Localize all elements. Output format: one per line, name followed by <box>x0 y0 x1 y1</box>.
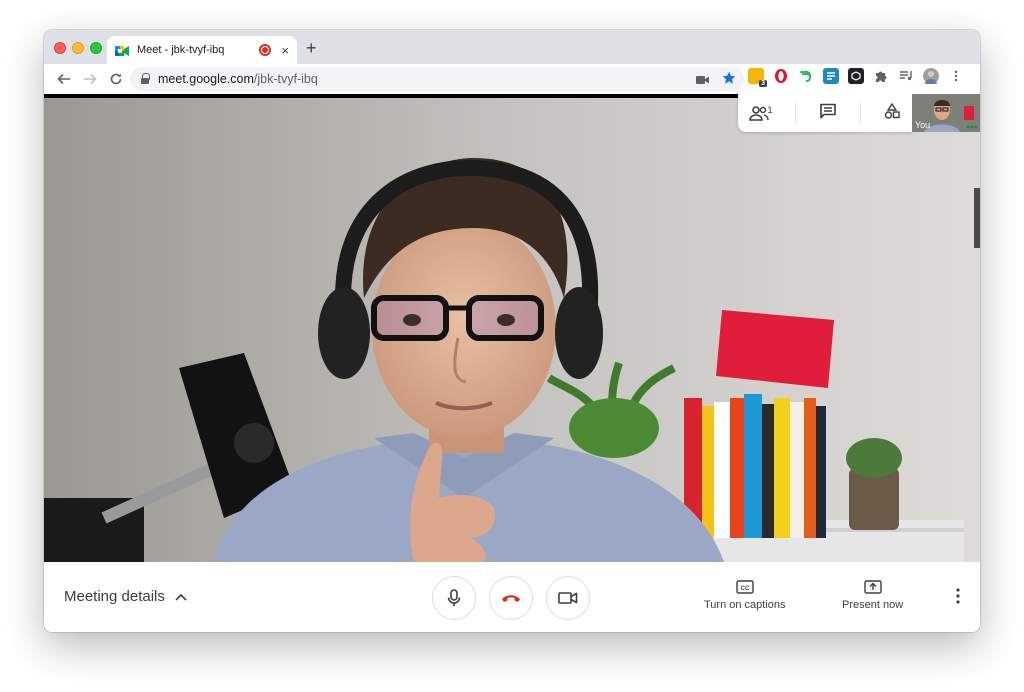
reload-icon[interactable] <box>104 67 128 91</box>
more-options-icon[interactable] <box>956 588 960 609</box>
tab-title: Meet - jbk-tvyf-ibq <box>137 44 225 56</box>
browser-window: Meet - jbk-tvyf-ibq × + meet.google.com … <box>44 30 980 632</box>
present-now-button[interactable]: Present now <box>842 580 903 611</box>
tab-close-button[interactable]: × <box>281 43 289 58</box>
address-bar[interactable]: meet.google.com /jbk-tvyf-ibq <box>130 67 744 91</box>
forward-icon[interactable] <box>78 67 102 91</box>
bookmark-star-icon[interactable] <box>722 71 736 90</box>
extension-keep-icon[interactable]: 3 <box>748 68 767 87</box>
extension-box-icon[interactable] <box>848 68 864 84</box>
url-path: /jbk-tvyf-ibq <box>253 72 318 86</box>
browser-toolbar: meet.google.com /jbk-tvyf-ibq 3 <box>44 64 980 94</box>
back-icon[interactable] <box>52 67 76 91</box>
self-view-tile[interactable]: You <box>912 94 980 132</box>
zoom-window-button[interactable] <box>90 42 102 54</box>
self-view-label: You <box>915 120 931 130</box>
microphone-button[interactable] <box>432 576 476 620</box>
extension-evernote-icon[interactable] <box>798 68 814 84</box>
people-icon <box>749 106 770 121</box>
participants-count: 1 <box>767 105 773 115</box>
main-video-feed <box>44 98 980 562</box>
chat-icon[interactable] <box>819 103 837 124</box>
extension-badge: 3 <box>759 80 767 87</box>
svg-text:CC: CC <box>740 586 749 592</box>
new-tab-button[interactable]: + <box>306 38 317 58</box>
extension-list-icon[interactable] <box>823 68 839 84</box>
present-now-label: Present now <box>842 599 904 611</box>
closed-captions-icon: CC <box>736 580 754 594</box>
media-queue-icon[interactable] <box>898 68 914 84</box>
meet-favicon-icon <box>115 44 129 56</box>
meet-stage: 1 You <box>44 94 980 562</box>
divider <box>860 103 862 123</box>
hang-up-icon <box>502 595 520 602</box>
tab-strip: Meet - jbk-tvyf-ibq × + <box>44 30 980 64</box>
captions-button[interactable]: CC Turn on captions <box>704 580 786 611</box>
divider <box>795 103 797 123</box>
meet-top-panel: 1 <box>738 94 912 132</box>
lock-icon <box>140 73 150 85</box>
url-host: meet.google.com <box>158 72 254 86</box>
profile-avatar[interactable] <box>923 68 939 84</box>
tab-meet[interactable]: Meet - jbk-tvyf-ibq × <box>107 36 297 64</box>
meeting-details-label: Meeting details <box>64 588 165 605</box>
camera-button[interactable] <box>546 576 590 620</box>
captions-label: Turn on captions <box>704 599 786 611</box>
video-camera-icon <box>558 592 578 604</box>
browser-menu-icon[interactable] <box>948 68 964 84</box>
activities-icon[interactable] <box>884 102 901 124</box>
participants-button[interactable]: 1 <box>749 105 773 121</box>
minimize-window-button[interactable] <box>72 42 84 54</box>
present-screen-icon <box>863 580 882 594</box>
microphone-icon <box>447 589 461 606</box>
close-window-button[interactable] <box>54 42 66 54</box>
extension-opera-icon[interactable] <box>773 68 789 84</box>
extensions-puzzle-icon[interactable] <box>873 68 889 84</box>
leave-call-button[interactable] <box>489 576 533 620</box>
recording-indicator-icon <box>259 44 272 56</box>
extensions-bar: 3 <box>748 68 964 87</box>
chevron-up-icon <box>175 593 187 601</box>
meeting-details-button[interactable]: Meeting details <box>64 588 187 605</box>
camera-in-use-icon[interactable] <box>696 72 710 90</box>
meet-control-bar: Meeting details CC Turn on captions Pres… <box>44 562 980 632</box>
